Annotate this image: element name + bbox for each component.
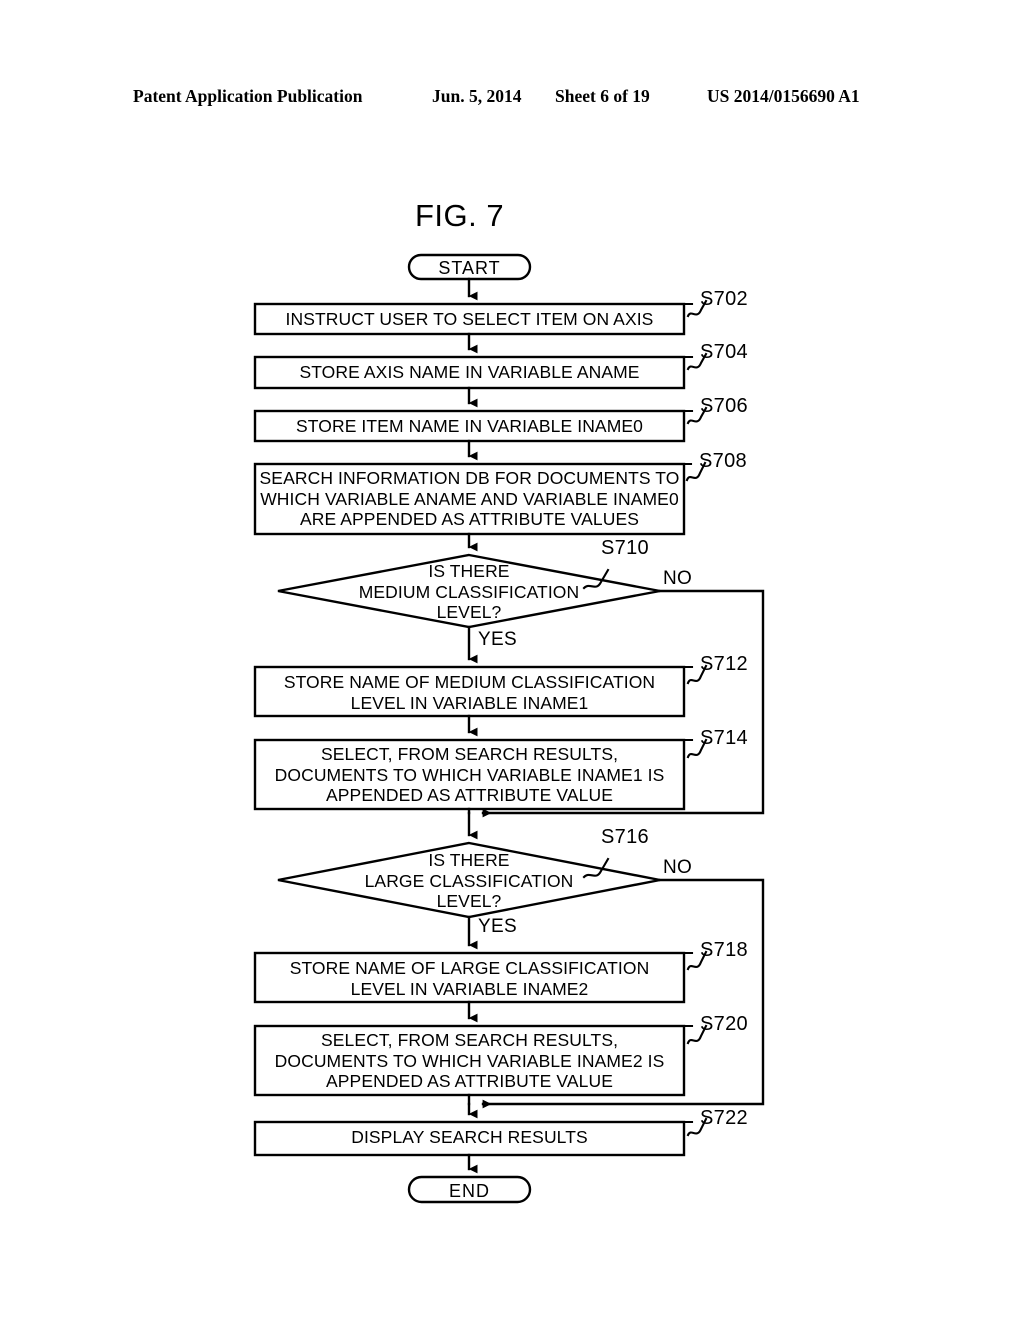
s702-step-label: S702 [700, 288, 748, 310]
s704-box-shape [253, 355, 686, 390]
s720-step-label: S720 [700, 1013, 748, 1035]
s716-no-edge-label: NO [663, 857, 693, 878]
s710-step-label: S710 [601, 537, 649, 559]
s708-step-label: S708 [699, 450, 747, 472]
s718-box-shape [253, 951, 686, 1004]
flowchart-canvas [253, 253, 765, 1204]
s710-diamond-shape [277, 553, 661, 629]
s710-no-edge-label: NO [663, 568, 693, 589]
start-terminator-shape [407, 253, 532, 281]
end-terminator-shape [407, 1175, 532, 1204]
s716-step-label: S716 [601, 826, 649, 848]
s712-box-shape [253, 665, 686, 718]
s708-box-shape [253, 462, 686, 536]
s716-yes-edge-label: YES [478, 916, 517, 937]
s714-box-shape [253, 738, 686, 811]
s722-box-shape [253, 1120, 686, 1157]
s714-step-label: S714 [700, 727, 748, 749]
s712-step-label: S712 [700, 653, 748, 675]
s718-step-label: S718 [700, 939, 748, 961]
flowchart-figure: FIG. 7 START END INSTRUCT USER TO SELECT… [0, 0, 1024, 1320]
s720-box-shape [253, 1024, 686, 1097]
s702-box-shape [253, 302, 686, 336]
s704-step-label: S704 [700, 341, 748, 363]
s710-yes-edge-label: YES [478, 629, 517, 650]
s722-step-label: S722 [700, 1107, 748, 1129]
s706-box-shape [253, 409, 686, 443]
s716-diamond-shape [277, 841, 661, 919]
s706-step-label: S706 [700, 395, 748, 417]
